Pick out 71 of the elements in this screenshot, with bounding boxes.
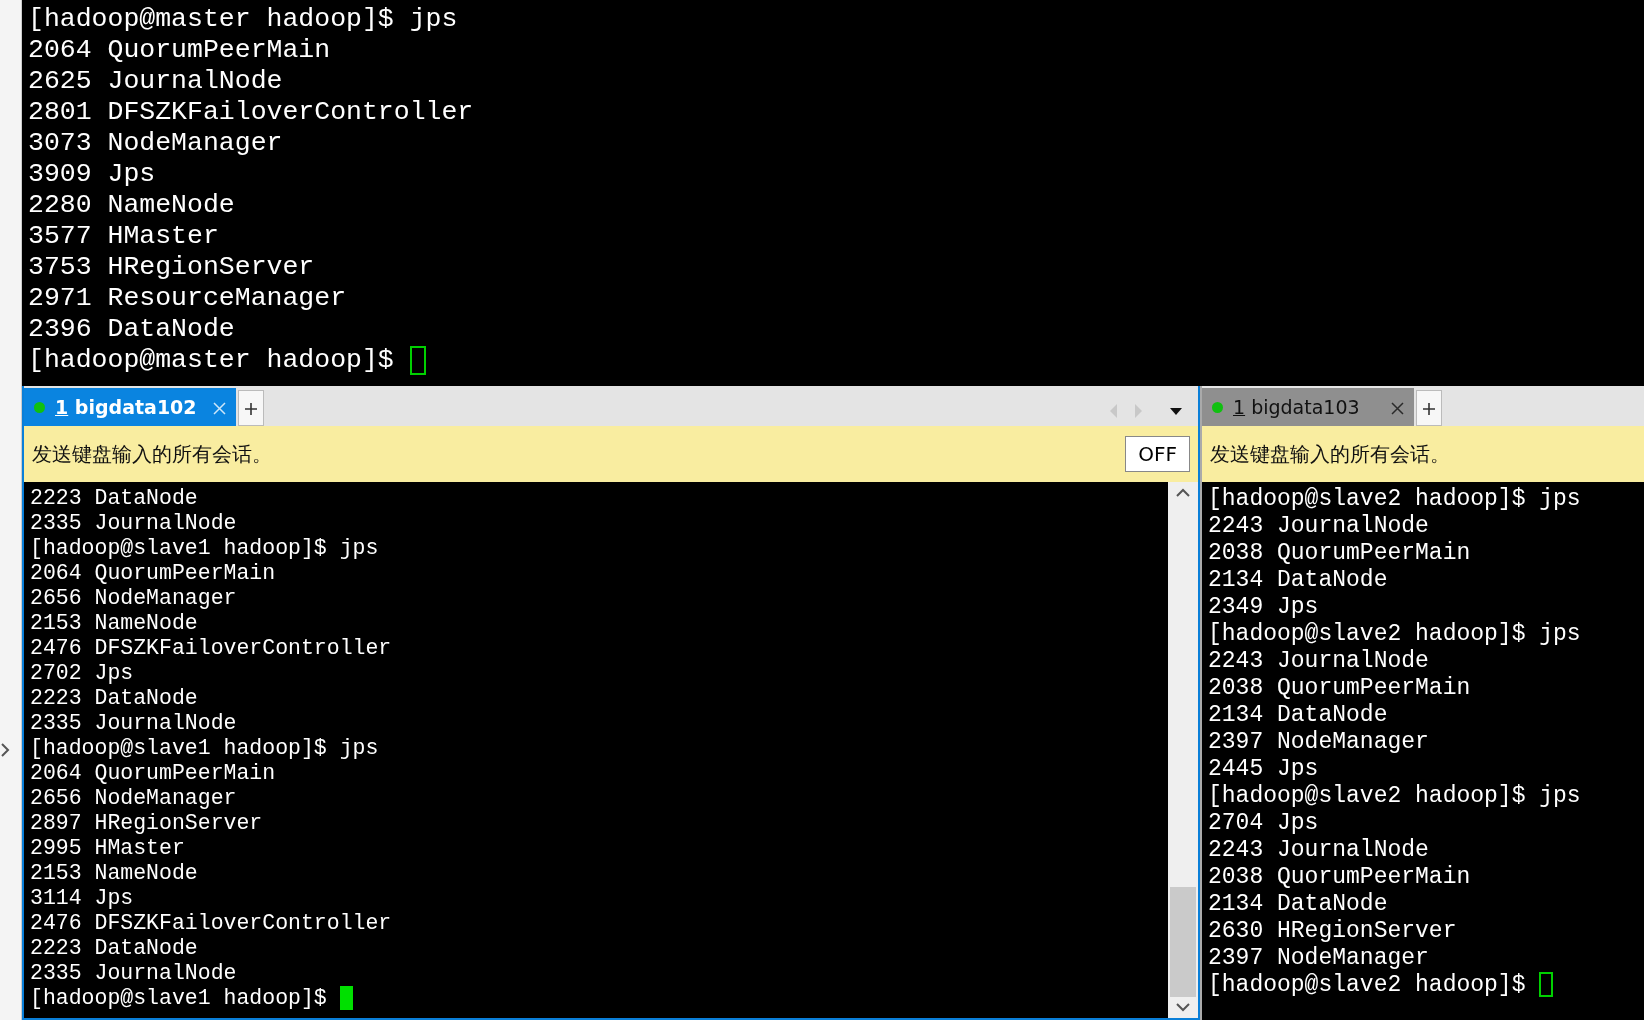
dropdown-caret-icon[interactable]: [1170, 407, 1182, 415]
tab-label: 1 bigdata103: [1233, 394, 1360, 420]
terminal-line: 2064 QuorumPeerMain: [28, 35, 332, 66]
terminal-line: [hadoop@slave2 hadoop]$ jps: [1208, 486, 1582, 513]
terminal-line: 2625 JournalNode: [28, 66, 284, 97]
terminal-line: 2223 DataNode: [30, 486, 199, 511]
terminal-line: 2995 HMaster: [30, 836, 186, 861]
terminal-line: [hadoop@slave2 hadoop]$ jps: [1208, 621, 1582, 648]
terminal-line: 2656 NodeManager: [30, 786, 238, 811]
terminal-line: 2134 DataNode: [1208, 702, 1389, 729]
terminal-line: 2704 Jps: [1208, 810, 1320, 837]
terminal-line: 3909 Jps: [28, 159, 157, 190]
banner-text: 发送键盘输入的所有会话。: [1210, 441, 1450, 468]
terminal-line: 2656 NodeManager: [30, 586, 238, 611]
terminal-line: 2038 QuorumPeerMain: [1208, 540, 1472, 567]
terminal-line: 2153 NameNode: [30, 861, 199, 886]
terminal-line: 2064 QuorumPeerMain: [30, 561, 277, 586]
terminal-line: 2630 HRegionServer: [1208, 918, 1458, 945]
terminal-line: 3753 HRegionServer: [28, 252, 316, 283]
terminal-line: 2223 DataNode: [30, 686, 199, 711]
terminal-line: 2038 QuorumPeerMain: [1208, 864, 1472, 891]
status-dot-icon: [1212, 401, 1223, 413]
session-tab[interactable]: 1 bigdata103: [1202, 388, 1414, 426]
banner-text: 发送键盘输入的所有会话。: [32, 441, 272, 468]
terminal-line: 2396 DataNode: [28, 314, 236, 345]
chevron-right-icon[interactable]: [0, 742, 10, 758]
scroll-down-icon[interactable]: [1176, 1003, 1190, 1012]
terminal-line: 2897 HRegionServer: [30, 811, 264, 836]
terminal-line: 2153 NameNode: [30, 611, 199, 636]
terminal-line: 3114 Jps: [30, 886, 135, 911]
scroll-up-icon[interactable]: [1176, 488, 1190, 497]
terminal-line: [hadoop@slave1 hadoop]$ jps: [30, 736, 380, 761]
terminal-prompt: [hadoop@master hadoop]$: [28, 345, 395, 375]
terminal-line: 2335 JournalNode: [30, 961, 238, 986]
terminal-line: 2397 NodeManager: [1208, 729, 1430, 756]
session-tab[interactable]: 1 bigdata102: [24, 388, 236, 426]
terminal-line: [hadoop@master hadoop]$ jps: [28, 4, 459, 35]
terminal-line: 2476 DFSZKFailoverController: [30, 636, 393, 661]
terminal-line: 2064 QuorumPeerMain: [30, 761, 277, 786]
terminal-prompt: [hadoop@slave1 hadoop]$: [30, 986, 328, 1010]
terminal-line: 2280 NameNode: [28, 190, 236, 221]
terminal-line: 3577 HMaster: [28, 221, 220, 252]
terminal-line: 2243 JournalNode: [1208, 513, 1430, 540]
new-tab-button[interactable]: [1416, 390, 1442, 426]
terminal-line: 2243 JournalNode: [1208, 837, 1430, 864]
terminal-line: 2476 DFSZKFailoverController: [30, 911, 393, 936]
terminal-line: 2223 DataNode: [30, 936, 199, 961]
tab-label: 1 bigdata102: [55, 394, 197, 420]
new-tab-button[interactable]: [238, 390, 264, 426]
plus-icon: [244, 402, 258, 416]
terminal-line: 2445 Jps: [1208, 756, 1320, 783]
off-toggle-button[interactable]: OFF: [1125, 436, 1190, 472]
terminal-line: 2335 JournalNode: [30, 711, 238, 736]
terminal-line: 2243 JournalNode: [1208, 648, 1430, 675]
terminal-line: 2335 JournalNode: [30, 511, 238, 536]
terminal-line: 2702 Jps: [30, 661, 135, 686]
terminal-line: [hadoop@slave1 hadoop]$ jps: [30, 536, 380, 561]
terminal-line: 2349 Jps: [1208, 594, 1320, 621]
terminal-line: 2397 NodeManager: [1208, 945, 1430, 972]
terminal-line: 2134 DataNode: [1208, 891, 1389, 918]
terminal-line: 2971 ResourceManager: [28, 283, 348, 314]
terminal-line: 3073 NodeManager: [28, 128, 284, 159]
status-dot-icon: [34, 401, 45, 413]
scrollbar-thumb[interactable]: [1170, 887, 1196, 997]
terminal-line: 2038 QuorumPeerMain: [1208, 675, 1472, 702]
terminal-line: 2801 DFSZKFailoverController: [28, 97, 475, 128]
terminal-line: 2134 DataNode: [1208, 567, 1389, 594]
scrollbar[interactable]: [1168, 482, 1198, 1018]
plus-icon: [1422, 402, 1436, 416]
terminal-line: [hadoop@slave2 hadoop]$ jps: [1208, 783, 1582, 810]
terminal-prompt: [hadoop@slave2 hadoop]$: [1208, 972, 1527, 998]
